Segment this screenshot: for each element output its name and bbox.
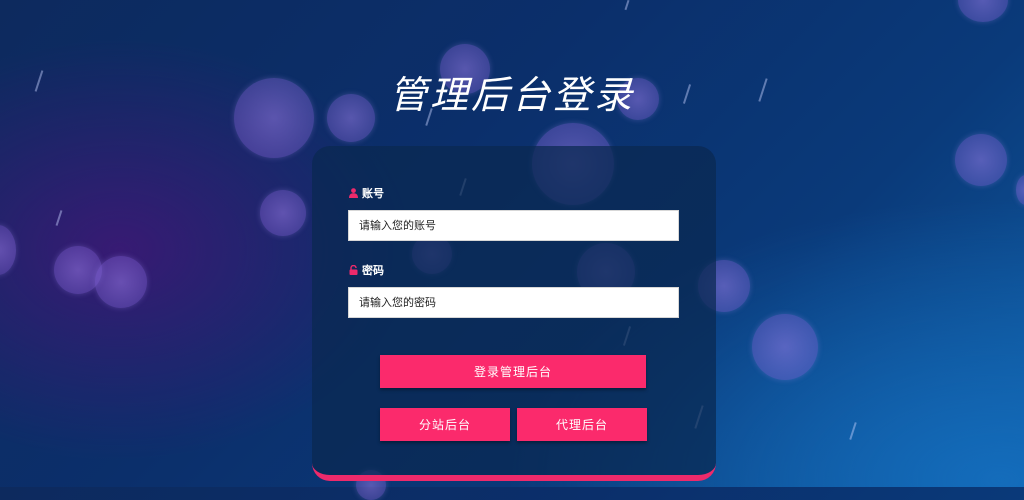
background-bubble <box>752 314 818 380</box>
password-input[interactable] <box>348 287 679 318</box>
user-icon <box>349 188 358 198</box>
password-label-row: 密码 <box>349 262 384 278</box>
background-streak <box>55 210 63 226</box>
agent-admin-button[interactable]: 代理后台 <box>517 408 647 441</box>
lock-icon <box>349 265 358 275</box>
password-label: 密码 <box>362 264 384 277</box>
account-input[interactable] <box>348 210 679 241</box>
branch-admin-button[interactable]: 分站后台 <box>380 408 510 441</box>
background-bubble <box>1016 175 1024 205</box>
background-bubble <box>260 190 306 236</box>
page-title: 管理后台登录 <box>388 73 635 117</box>
account-label: 账号 <box>362 187 384 200</box>
background-bubble <box>0 225 16 275</box>
login-admin-button[interactable]: 登录管理后台 <box>380 355 646 388</box>
background-streak <box>849 422 857 440</box>
account-label-row: 账号 <box>349 185 384 201</box>
background-bubble <box>955 134 1007 186</box>
login-panel: 账号 密码 登录管理后台 分站后台 代理后台 <box>312 146 716 481</box>
background-bubble <box>95 256 147 308</box>
background-streak <box>624 0 630 11</box>
background-bubble <box>958 0 1008 22</box>
